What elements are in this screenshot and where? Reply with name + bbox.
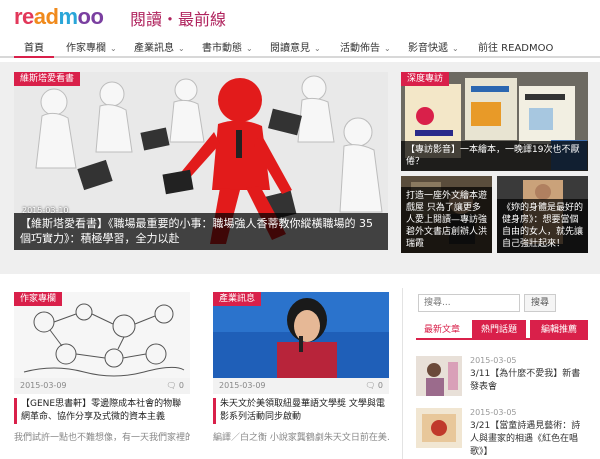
nav-item-columns[interactable]: 作家專欄 ⌄ — [66, 39, 117, 54]
comment-count-value: 0 — [377, 381, 383, 390]
category-tag[interactable]: 產業訊息 — [213, 292, 262, 306]
sidebar-thumbnail — [416, 408, 462, 448]
chevron-down-icon: ⌄ — [384, 44, 391, 53]
comment-count[interactable]: 🗨 0 — [166, 381, 184, 390]
fitness-article[interactable]: 《妳的身體是最好的健身房》：想要當個自由的女人，就先讓自己強壯起來！ — [497, 176, 588, 253]
comment-icon: 🗨 — [365, 381, 376, 390]
sidebar-item-date: 2015-03-05 — [470, 356, 517, 365]
card-excerpt: 編譯／白之衡 小說家龔鶴劇朱天文日前在美… — [213, 433, 389, 443]
chevron-down-icon: ⌄ — [314, 44, 321, 53]
comment-icon: 🗨 — [166, 381, 177, 390]
comment-count[interactable]: 🗨 0 — [365, 381, 383, 390]
comment-count-value: 0 — [178, 381, 184, 390]
sidebar-thumbnail — [416, 356, 462, 396]
card-date: 2015-03-09 — [219, 381, 266, 390]
logo-part-4: oo — [77, 4, 104, 29]
logo-part-2: ad — [33, 4, 59, 29]
article-card[interactable]: 產業訊息 2015-03-09 🗨 0 朱天文於美領取紐曼華語文學獎 文學與電影… — [213, 292, 389, 443]
logo-part-3: m — [58, 4, 78, 29]
nav-item-label: 作家專欄 — [66, 43, 106, 54]
nav-item-goto-readmoo[interactable]: 前往 READMOO — [478, 39, 553, 54]
chevron-down-icon: ⌄ — [246, 44, 253, 53]
nav-item-events[interactable]: 活動佈告 ⌄ — [340, 39, 391, 54]
featured-title[interactable]: 【維斯塔愛看書】《職場最重要的小事：職場強人香蒂教你縱橫職場的 35 個巧實力》… — [14, 213, 388, 250]
interview-article[interactable]: 深度專訪 【專訪影音】一本繪本，一晚譯19次也不厭倦？ — [401, 72, 588, 171]
article-card[interactable]: 作家專欄 2015-03-09 🗨 0 【GENE思書軒】零邊際成本社會的物聯網… — [14, 292, 190, 443]
tab-popular[interactable]: 熱門話題 — [472, 320, 526, 340]
category-tag[interactable]: 作家專欄 — [14, 292, 63, 306]
card-meta: 2015-03-09 🗨 0 — [213, 378, 389, 394]
nav-item-label: 活動佈告 — [340, 43, 380, 54]
chevron-down-icon: ⌄ — [110, 44, 117, 53]
sidebar-divider — [402, 288, 403, 459]
nav-active-indicator — [14, 56, 54, 58]
card-date: 2015-03-09 — [20, 381, 67, 390]
nav-item-label: 產業訊息 — [134, 43, 174, 54]
nav-item-label: 書市動態 — [202, 43, 242, 54]
logo-part-1: re — [14, 4, 34, 29]
category-tag[interactable]: 維斯塔愛看書 — [14, 72, 81, 86]
card-title[interactable]: 朱天文於美領取紐曼華語文學獎 文學與電影系列活動同步啟動 — [213, 398, 389, 424]
card-image: 作家專欄 — [14, 292, 190, 378]
search-input[interactable] — [418, 294, 520, 312]
site-header: readmoo 閱讀・最前線 — [0, 0, 600, 32]
fitness-title[interactable]: 《妳的身體是最好的健身房》：想要當個自由的女人，就先讓自己強壯起來！ — [497, 199, 588, 253]
interview-title[interactable]: 【專訪影音】一本繪本，一晚譯19次也不厭倦？ — [401, 141, 588, 171]
nav-item-label: 首頁 — [24, 43, 44, 54]
card-meta: 2015-03-09 🗨 0 — [14, 378, 190, 394]
book-cover-thumbnail — [416, 408, 462, 448]
tab-editor-picks[interactable]: 編輯推薦 — [530, 320, 588, 340]
category-tag[interactable]: 深度專訪 — [401, 72, 450, 86]
card-image: 產業訊息 — [213, 292, 389, 378]
nav-item-video[interactable]: 影音快遞 ⌄ — [408, 39, 459, 54]
nav-item-opinion[interactable]: 閱讀意見 ⌄ — [270, 39, 321, 54]
site-tagline: 閱讀・最前線 — [130, 10, 227, 29]
card-title[interactable]: 【GENE思書軒】零邊際成本社會的物聯網革命、協作分享及式微的資本主義 — [14, 398, 190, 424]
sidebar-list-item[interactable]: 2015-03-05 3/21【當童詩遇見藝術：詩人與畫家的相遇《紅色在唱歌》】 — [416, 408, 588, 459]
book-cover-thumbnail — [416, 356, 462, 396]
readmoo-logo[interactable]: readmoo — [14, 4, 104, 30]
chevron-down-icon: ⌄ — [178, 44, 185, 53]
tab-latest[interactable]: 最新文章 — [416, 320, 468, 340]
sidebar-list-item[interactable]: 2015-03-05 3/11【為什麼不愛我】新書發表會 — [416, 356, 588, 410]
nav-item-label: 影音快遞 — [408, 43, 448, 54]
nav-item-label: 閱讀意見 — [270, 43, 310, 54]
bookstore-article[interactable]: 打造一座外文繪本遊戲屋 只為了讓更多人愛上閱讀—專訪強碧外文書店創辦人洪瑞霞 — [401, 176, 492, 253]
search-button[interactable]: 搜尋 — [524, 294, 556, 312]
nav-item-market[interactable]: 書市動態 ⌄ — [202, 39, 253, 54]
sidebar-item-date: 2015-03-05 — [470, 408, 517, 417]
sidebar-item-title[interactable]: 3/11【為什麼不愛我】新書發表會 — [470, 368, 588, 394]
main-nav: 首頁 作家專欄 ⌄ 產業訊息 ⌄ 書市動態 ⌄ 閱讀意見 ⌄ 活動佈告 ⌄ 影音快遞 ⌄ 前… — [0, 36, 600, 58]
card-excerpt: 我們試許一點也不難想像，有一天我們家裡的 — [14, 433, 190, 443]
bookstore-title[interactable]: 打造一座外文繪本遊戲屋 只為了讓更多人愛上閱讀—專訪強碧外文書店創辦人洪瑞霞 — [401, 187, 492, 253]
nav-item-home[interactable]: 首頁 — [24, 39, 44, 54]
nav-item-label: 前往 READMOO — [478, 43, 554, 54]
sidebar-tabs: 最新文章 熱門話題 編輯推薦 — [416, 320, 588, 340]
nav-item-industry[interactable]: 產業訊息 ⌄ — [134, 39, 185, 54]
chevron-down-icon: ⌄ — [452, 44, 459, 53]
featured-article[interactable]: 維斯塔愛看書 2015-03-10 【維斯塔愛看書】《職場最重要的小事：職場強人… — [14, 72, 388, 250]
sidebar-item-title[interactable]: 3/21【當童詩遇見藝術：詩人與畫家的相遇《紅色在唱歌》】 — [470, 420, 588, 459]
